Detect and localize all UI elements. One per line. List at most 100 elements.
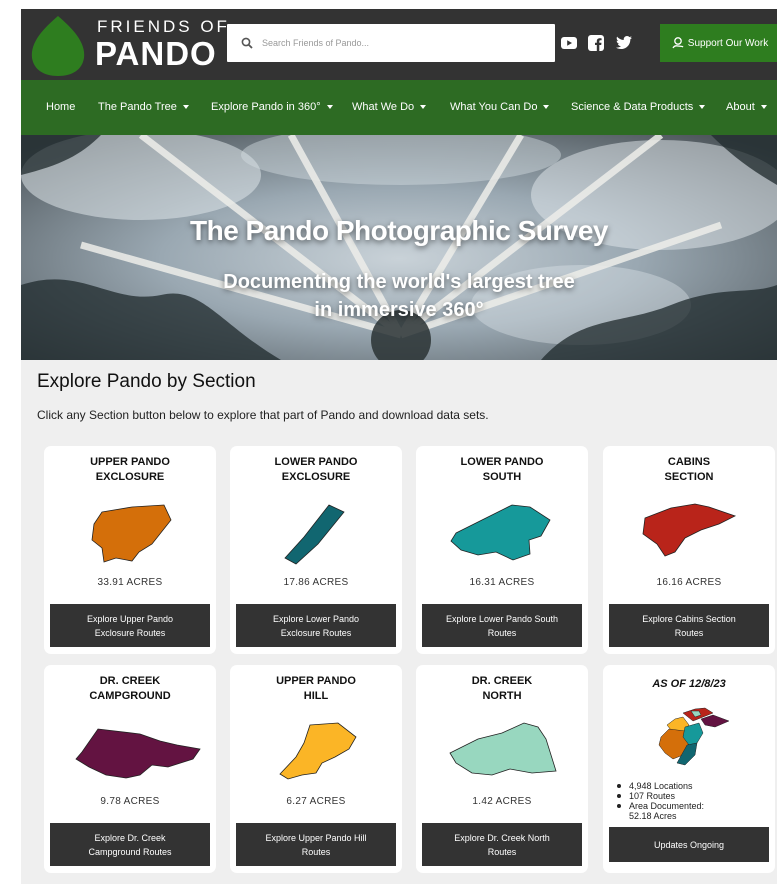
nav-item-explore-360[interactable]: Explore Pando in 360° bbox=[211, 101, 333, 113]
card-title-line1: DR. CREEK bbox=[471, 675, 533, 687]
card-title-line1: UPPER PANDO bbox=[90, 456, 170, 468]
explore-upper-pando-exclosure-button[interactable]: Explore Upper Pando Exclosure Routes bbox=[50, 604, 210, 647]
nav-item-label: Science & Data Products bbox=[571, 101, 694, 113]
hero-subtitle-line2: in immersive 360° bbox=[314, 299, 484, 321]
button-line2: Campground Routes bbox=[88, 846, 172, 857]
card-title-line1: UPPER PANDO bbox=[276, 675, 356, 687]
section-card-dr-creek-campground: DR. CREEK CAMPGROUND 9.78 ACRES Explore … bbox=[44, 665, 216, 873]
nav-item-what-you-can-do[interactable]: What You Can Do bbox=[450, 101, 550, 113]
explore-cabins-section-button[interactable]: Explore Cabins Section Routes bbox=[609, 604, 769, 647]
hero-title: The Pando Photographic Survey bbox=[189, 215, 609, 246]
support-label: Support Our Work bbox=[687, 37, 769, 49]
chevron-down-icon bbox=[182, 105, 189, 109]
nav-item-about[interactable]: About bbox=[726, 101, 767, 113]
card-title-line2: EXCLOSURE bbox=[95, 471, 165, 483]
logo-text-bottom[interactable]: PANDO bbox=[95, 35, 217, 73]
section-card-upper-pando-hill: UPPER PANDO HILL 6.27 ACRES Explore Uppe… bbox=[230, 665, 402, 873]
nav-item-what-we-do[interactable]: What We Do bbox=[352, 101, 427, 113]
card-title-line2: CAMPGROUND bbox=[89, 690, 171, 702]
card-title: DR. CREEK NORTH bbox=[416, 674, 588, 704]
card-title-line1: LOWER PANDO bbox=[274, 456, 358, 468]
cabins-section-map-icon bbox=[642, 503, 737, 557]
stat-area-label: Area Documented: bbox=[615, 801, 704, 811]
button-line2: Exclosure Routes bbox=[94, 627, 166, 638]
search-icon[interactable] bbox=[241, 37, 253, 49]
hero-banner: The Pando Photographic Survey Documentin… bbox=[21, 135, 777, 360]
hero-subtitle-line1: Documenting the world's largest tree bbox=[223, 271, 575, 293]
button-line2: Routes bbox=[674, 627, 704, 638]
chevron-down-icon bbox=[543, 105, 550, 109]
youtube-icon[interactable] bbox=[560, 34, 578, 52]
explore-lower-pando-south-button[interactable]: Explore Lower Pando South Routes bbox=[422, 604, 582, 647]
chevron-down-icon bbox=[699, 105, 706, 109]
nav-item-the-pando-tree[interactable]: The Pando Tree bbox=[98, 101, 189, 113]
explore-lower-pando-exclosure-button[interactable]: Explore Lower Pando Exclosure Routes bbox=[236, 604, 396, 647]
chevron-down-icon bbox=[326, 105, 333, 109]
updates-label: Updates Ongoing bbox=[653, 839, 725, 850]
updates-ongoing-button[interactable]: Updates Ongoing bbox=[609, 827, 769, 862]
hero-background-image bbox=[21, 135, 777, 360]
upper-pando-hill-map-icon bbox=[279, 722, 357, 780]
button-line1: Explore Cabins Section bbox=[642, 613, 736, 624]
card-title-line2: EXCLOSURE bbox=[281, 471, 351, 483]
button-line1: Explore Dr. Creek bbox=[94, 832, 166, 843]
card-acres: 17.86 ACRES bbox=[283, 577, 349, 588]
card-title: CABINS SECTION bbox=[603, 455, 775, 485]
card-title-line1: DR. CREEK bbox=[99, 675, 161, 687]
donate-hand-icon bbox=[672, 37, 684, 49]
sections-area: Explore Pando by Section Click any Secti… bbox=[21, 360, 777, 884]
search-box[interactable] bbox=[227, 24, 555, 62]
explore-dr-creek-campground-button[interactable]: Explore Dr. Creek Campground Routes bbox=[50, 823, 210, 866]
button-line2: Routes bbox=[301, 846, 331, 857]
section-title: Explore Pando by Section bbox=[37, 371, 256, 392]
lower-pando-south-map-icon bbox=[450, 504, 551, 561]
lower-pando-exclosure-map-icon bbox=[284, 504, 345, 565]
explore-upper-pando-hill-button[interactable]: Explore Upper Pando Hill Routes bbox=[236, 823, 396, 866]
card-acres: 16.16 ACRES bbox=[656, 577, 722, 588]
search-input[interactable] bbox=[262, 38, 542, 48]
card-title: DR. CREEK CAMPGROUND bbox=[44, 674, 216, 704]
main-nav: Home The Pando Tree Explore Pando in 360… bbox=[21, 80, 777, 135]
pando-leaf-logo-icon[interactable] bbox=[28, 14, 88, 78]
card-title-line2: SECTION bbox=[664, 471, 714, 483]
support-button[interactable]: Support Our Work bbox=[660, 24, 777, 62]
logo-text-top[interactable]: FRIENDS OF bbox=[97, 17, 230, 37]
site-header: FRIENDS OF PANDO Support Our Work bbox=[21, 9, 777, 80]
button-line1: Explore Lower Pando bbox=[272, 613, 360, 624]
hero-subtitle: Documenting the world's largest tree in … bbox=[21, 268, 777, 324]
card-title-line2: NORTH bbox=[482, 690, 522, 702]
stat-routes: 107 Routes bbox=[615, 791, 704, 801]
card-acres: 6.27 ACRES bbox=[286, 796, 346, 807]
button-line1: Explore Upper Pando Hill bbox=[265, 832, 367, 843]
nav-item-home[interactable]: Home bbox=[46, 101, 75, 113]
button-line2: Routes bbox=[487, 846, 517, 857]
facebook-icon[interactable] bbox=[587, 34, 605, 52]
section-card-lower-pando-south: LOWER PANDO SOUTH 16.31 ACRES Explore Lo… bbox=[416, 446, 588, 654]
card-title-line2: HILL bbox=[303, 690, 329, 702]
nav-item-label: What You Can Do bbox=[450, 101, 538, 113]
dr-creek-campground-map-icon bbox=[75, 728, 201, 779]
card-title-line1: CABINS bbox=[667, 456, 711, 468]
button-line2: Exclosure Routes bbox=[280, 627, 352, 638]
nav-item-science-data[interactable]: Science & Data Products bbox=[571, 101, 706, 113]
card-acres: 9.78 ACRES bbox=[100, 796, 160, 807]
nav-item-label: What We Do bbox=[352, 101, 415, 113]
nav-item-label: Explore Pando in 360° bbox=[211, 101, 321, 113]
explore-dr-creek-north-button[interactable]: Explore Dr. Creek North Routes bbox=[422, 823, 582, 866]
card-title: LOWER PANDO SOUTH bbox=[416, 455, 588, 485]
pando-overview-map-icon bbox=[658, 707, 730, 766]
twitter-icon[interactable] bbox=[615, 34, 633, 52]
stat-area-value: 52.18 Acres bbox=[629, 811, 677, 821]
card-title-line1: LOWER PANDO bbox=[460, 456, 544, 468]
chevron-down-icon bbox=[420, 105, 427, 109]
nav-item-label: Home bbox=[46, 101, 76, 113]
dr-creek-north-map-icon bbox=[449, 722, 557, 776]
summary-card: AS OF 12/8/23 4,948 Locations 107 Routes… bbox=[603, 665, 775, 873]
card-title: LOWER PANDO EXCLOSURE bbox=[230, 455, 402, 485]
nav-item-label: The Pando Tree bbox=[98, 101, 177, 113]
card-title: UPPER PANDO EXCLOSURE bbox=[44, 455, 216, 485]
summary-title: AS OF 12/8/23 bbox=[652, 678, 726, 690]
card-acres: 16.31 ACRES bbox=[469, 577, 535, 588]
card-acres: 33.91 ACRES bbox=[97, 577, 163, 588]
card-acres: 1.42 ACRES bbox=[472, 796, 532, 807]
